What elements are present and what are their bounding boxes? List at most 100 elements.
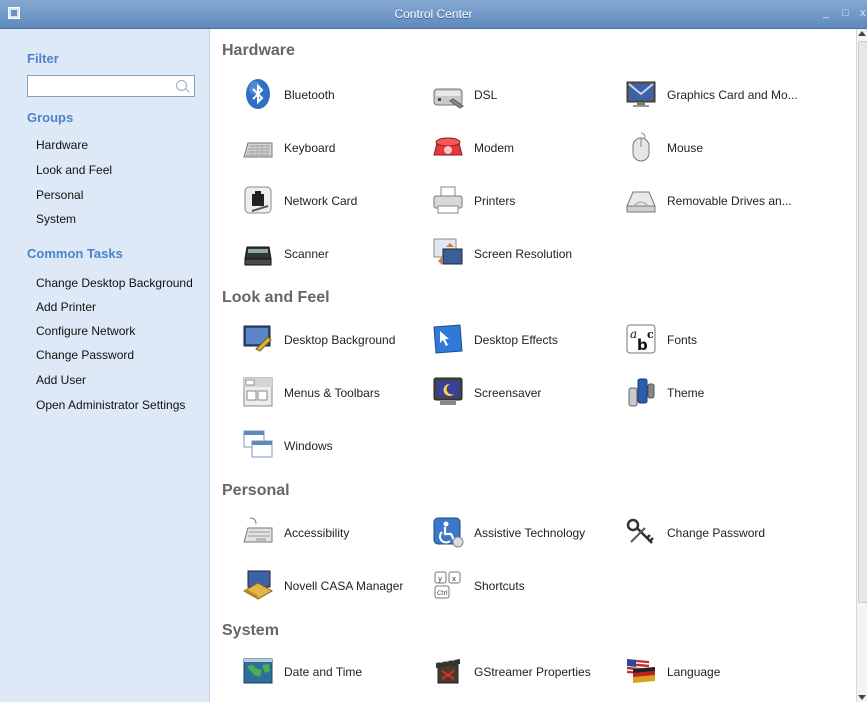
task-configure-network[interactable]: Configure Network: [36, 324, 135, 338]
task-change-password[interactable]: Change Password: [36, 348, 134, 362]
item-label: Assistive Technology: [474, 526, 586, 540]
item-mouse[interactable]: Mouse: [625, 131, 815, 167]
item-label: Scanner: [284, 247, 329, 261]
close-button[interactable]: x: [860, 7, 866, 19]
item-label: Desktop Background: [284, 333, 396, 347]
sidebar: Filter Groups Hardware Look and Feel Per…: [0, 29, 210, 702]
language-icon: [626, 659, 655, 683]
search-icon: [176, 80, 187, 91]
common-tasks-heading: Common Tasks: [27, 246, 123, 261]
item-label: Windows: [284, 439, 333, 453]
removable-drive-icon: [626, 191, 656, 213]
item-dsl[interactable]: DSL: [432, 78, 622, 114]
item-theme[interactable]: Theme: [625, 376, 815, 412]
item-desktop-effects[interactable]: Desktop Effects: [432, 323, 622, 359]
item-removable-drives[interactable]: Removable Drives an...: [625, 184, 815, 220]
svg-text:Ctrl: Ctrl: [437, 590, 448, 597]
keys-icon: [626, 518, 654, 544]
section-heading-hardware: Hardware: [222, 42, 295, 59]
item-label: Date and Time: [284, 665, 363, 679]
item-label: DSL: [474, 88, 498, 102]
item-label: Theme: [667, 386, 705, 400]
filter-input[interactable]: [31, 78, 175, 96]
item-bluetooth[interactable]: Bluetooth: [242, 78, 432, 114]
shortcuts-icon: y x Ctrl: [434, 571, 461, 599]
item-novell-casa-manager[interactable]: Novell CASA Manager: [242, 569, 432, 605]
item-label: Menus & Toolbars: [284, 386, 380, 400]
filter-heading: Filter: [27, 51, 59, 66]
item-label: Network Card: [284, 194, 358, 208]
group-hardware[interactable]: Hardware: [36, 138, 88, 152]
svg-text:x: x: [452, 575, 456, 583]
screen-resolution-icon: [433, 238, 463, 265]
fonts-icon: abc: [626, 324, 656, 354]
printer-icon: [433, 186, 463, 214]
screensaver-icon: [433, 377, 463, 405]
item-keyboard[interactable]: Keyboard: [242, 131, 432, 167]
windows-icon: [243, 430, 273, 458]
assistive-technology-icon: [433, 517, 464, 548]
item-screensaver[interactable]: Screensaver: [432, 376, 622, 412]
item-label: Screen Resolution: [474, 247, 573, 261]
item-label: Language: [667, 665, 721, 679]
scanner-icon: [244, 246, 272, 266]
item-label: Shortcuts: [474, 579, 525, 593]
dsl-icon: [433, 88, 464, 109]
graphics-card-icon: [626, 81, 656, 107]
item-label: Keyboard: [284, 141, 336, 155]
group-system[interactable]: System: [36, 212, 76, 226]
date-time-icon: [243, 658, 273, 684]
mouse-icon: [632, 132, 650, 162]
title-bar: Control Center _ □ x: [0, 0, 867, 29]
item-shortcuts[interactable]: y x Ctrl Shortcuts: [432, 569, 622, 605]
item-fonts[interactable]: abc Fonts: [625, 323, 815, 359]
maximize-button[interactable]: □: [842, 7, 849, 19]
item-graphics-card[interactable]: Graphics Card and Mo...: [625, 78, 815, 114]
item-assistive-technology[interactable]: Assistive Technology: [432, 516, 622, 552]
item-gstreamer-properties[interactable]: GStreamer Properties: [432, 655, 622, 691]
task-change-desktop-background[interactable]: Change Desktop Background: [36, 276, 193, 290]
item-label: Printers: [474, 194, 516, 208]
item-language[interactable]: Language: [625, 655, 815, 691]
item-change-password[interactable]: Change Password: [625, 516, 815, 552]
theme-icon: [628, 378, 655, 407]
item-label: Novell CASA Manager: [284, 579, 404, 593]
main-content: Hardware Bluetooth DSL Graphics Card and…: [210, 29, 856, 702]
groups-heading: Groups: [27, 110, 74, 125]
filter-field[interactable]: [27, 75, 195, 97]
item-printers[interactable]: Printers: [432, 184, 622, 220]
item-label: Desktop Effects: [474, 333, 558, 347]
item-menus-toolbars[interactable]: Menus & Toolbars: [242, 376, 432, 412]
group-look-and-feel[interactable]: Look and Feel: [36, 163, 112, 177]
item-label: Change Password: [667, 526, 766, 540]
scroll-down-arrow-icon[interactable]: [858, 695, 866, 700]
item-network-card[interactable]: Network Card: [242, 184, 432, 220]
item-desktop-background[interactable]: Desktop Background: [242, 323, 432, 359]
item-label: Mouse: [667, 141, 704, 155]
scroll-up-arrow-icon[interactable]: [858, 31, 866, 36]
item-scanner[interactable]: Scanner: [242, 237, 432, 273]
section-heading-look-and-feel: Look and Feel: [222, 289, 330, 306]
menus-toolbars-icon: [243, 377, 273, 407]
task-open-administrator-settings[interactable]: Open Administrator Settings: [36, 398, 185, 412]
item-date-and-time[interactable]: Date and Time: [242, 655, 432, 691]
scrollbar-thumb[interactable]: [858, 41, 867, 603]
minimize-button[interactable]: _: [823, 7, 829, 19]
item-label: Modem: [474, 141, 515, 155]
item-label: Fonts: [667, 333, 698, 347]
modem-icon: [433, 137, 463, 156]
casa-manager-icon: [242, 570, 274, 600]
item-label: Accessibility: [284, 526, 350, 540]
item-label: Graphics Card and Mo...: [667, 88, 798, 102]
group-personal[interactable]: Personal: [36, 188, 83, 202]
item-label: Removable Drives an...: [667, 194, 792, 208]
network-card-icon: [244, 186, 272, 214]
task-add-printer[interactable]: Add Printer: [36, 300, 96, 314]
item-screen-resolution[interactable]: Screen Resolution: [432, 237, 622, 273]
item-modem[interactable]: Modem: [432, 131, 622, 167]
task-add-user[interactable]: Add User: [36, 373, 86, 387]
item-windows[interactable]: Windows: [242, 429, 432, 465]
vertical-scrollbar[interactable]: [856, 29, 867, 702]
item-accessibility[interactable]: Accessibility: [242, 516, 432, 552]
item-label: Screensaver: [474, 386, 542, 400]
